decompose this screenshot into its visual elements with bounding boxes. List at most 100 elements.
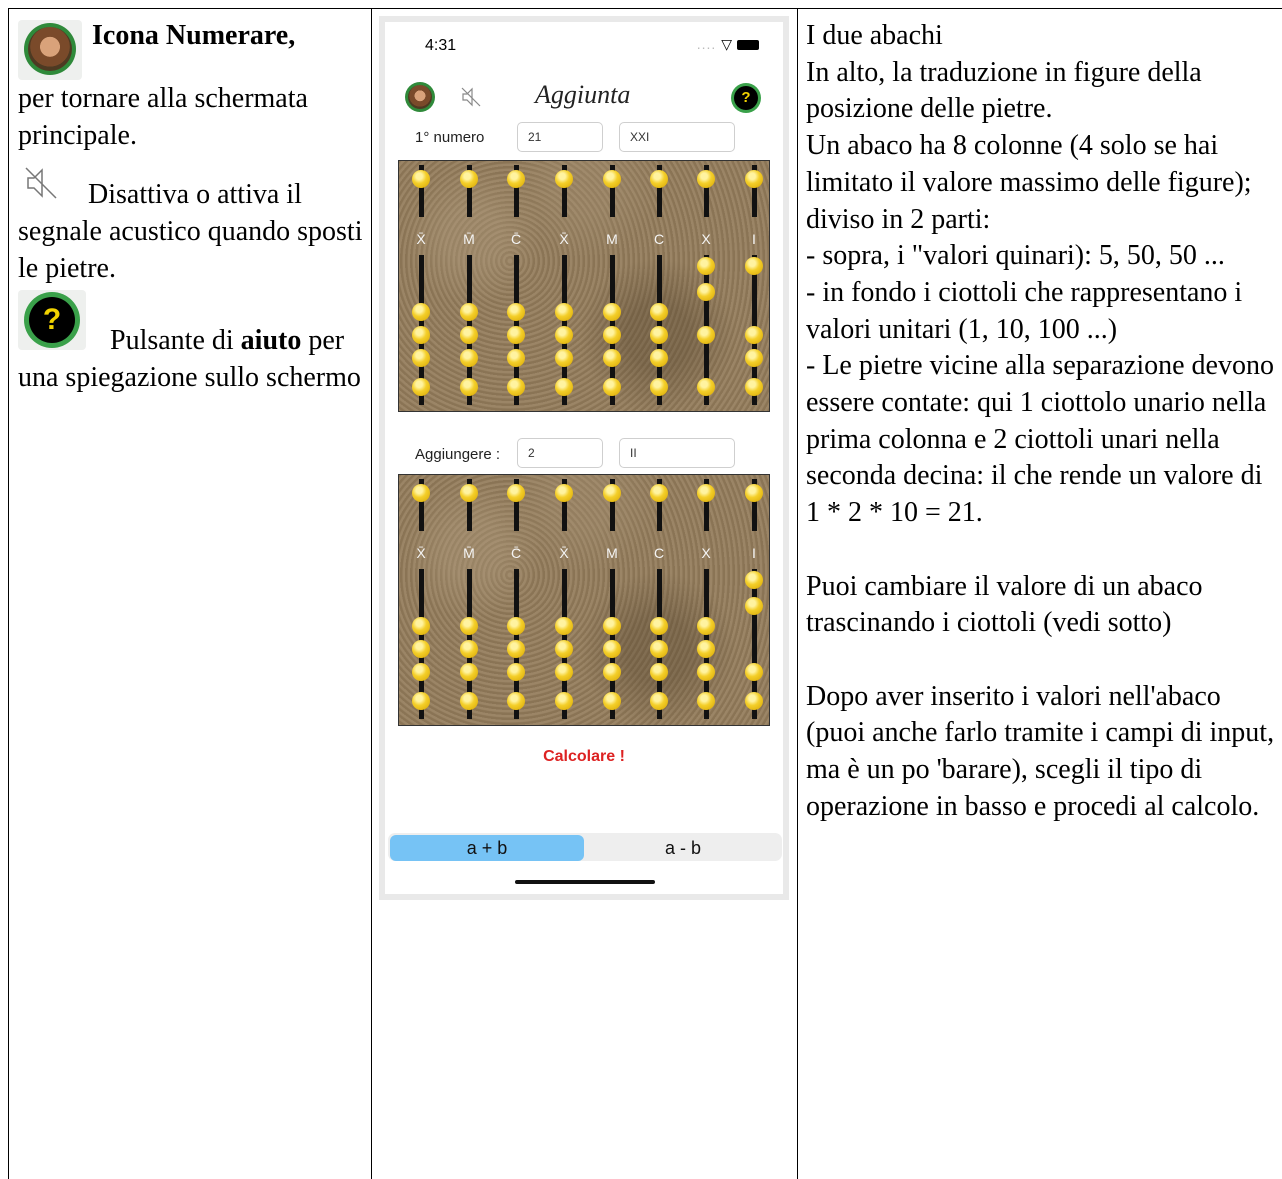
home-portrait-icon[interactable] — [405, 82, 435, 112]
sound-toggle-icon[interactable] — [460, 86, 482, 108]
signal-dots: .... — [696, 36, 717, 52]
abacus-bead — [507, 640, 525, 658]
abacus-column-label: I — [752, 231, 756, 247]
status-bar-icons: .... ▽ — [697, 36, 759, 53]
abacus-bead — [412, 326, 430, 344]
abacus-bead — [745, 597, 763, 615]
numerare-portrait-icon — [18, 20, 82, 80]
abacus-bead — [603, 303, 621, 321]
abacus-bead — [697, 170, 715, 188]
abacus-bead — [460, 640, 478, 658]
abacus-bead — [697, 326, 715, 344]
abacus-bead — [745, 571, 763, 589]
op-sub-segment[interactable]: a - b — [586, 835, 780, 861]
abacus-bead — [460, 349, 478, 367]
abacus-bead — [555, 349, 573, 367]
para-unit: - in fondo i ciottoli che rappresentano … — [806, 276, 1243, 345]
abacus-bead — [603, 349, 621, 367]
abacus-bead — [555, 303, 573, 321]
first-roman-input[interactable]: XXI — [619, 122, 735, 152]
table-border-left — [8, 8, 9, 1179]
abacus-bead — [460, 617, 478, 635]
home-indicator — [515, 880, 655, 884]
abacus-column-label: I — [752, 545, 756, 561]
para-operation: Dopo aver inserito i valori nell'abaco (… — [806, 680, 1275, 822]
phone-screen: 4:31 .... ▽ Aggiunta ? 1° numero 21 XXI … — [385, 22, 783, 894]
add-roman-input[interactable]: II — [619, 438, 735, 468]
abacus-bead — [412, 484, 430, 502]
op-add-segment[interactable]: a + b — [390, 835, 584, 861]
abacus-bead — [603, 170, 621, 188]
operation-selector[interactable]: a + b a - b — [388, 833, 782, 861]
abacus-bead — [650, 640, 668, 658]
abacus-bead — [650, 663, 668, 681]
abacus-bead — [555, 640, 573, 658]
abacus-bead — [650, 170, 668, 188]
icon-title: Icona Numerare, — [92, 20, 296, 51]
para-quinary: - sopra, i "valori quinari): 5, 50, 50 .… — [806, 240, 1225, 272]
abacus-column-label: X̄ — [416, 231, 426, 247]
abacus-bead — [507, 326, 525, 344]
abacus-column-label: X̄ — [559, 545, 569, 561]
abacus-bead — [460, 692, 478, 710]
abacus-bead — [555, 663, 573, 681]
abacus-bead — [507, 692, 525, 710]
abacus-column-label: M — [606, 231, 618, 247]
abacus-bead — [603, 640, 621, 658]
help-description: Pulsante di aiuto per una spiegazione su… — [18, 325, 361, 393]
abacus-bead — [507, 349, 525, 367]
abacus-bead — [412, 349, 430, 367]
abacus-bead — [460, 326, 478, 344]
abacus-bead — [412, 692, 430, 710]
abacus-bead — [412, 663, 430, 681]
abacus-bead — [745, 484, 763, 502]
abacus-column-label: C̄ — [510, 231, 522, 247]
para-drag: Puoi cambiare il valore di un abaco tras… — [806, 570, 1203, 639]
abacus-column-label: C — [653, 231, 665, 247]
para-heading: I due abachi — [806, 20, 943, 51]
abacus-bead — [603, 663, 621, 681]
abacus-bead — [555, 378, 573, 396]
abacus-bead — [460, 378, 478, 396]
para-columns: Un abaco ha 8 colonne (4 solo se hai lim… — [806, 130, 1252, 235]
abacus-bead — [603, 326, 621, 344]
abacus-bead — [697, 692, 715, 710]
battery-icon — [737, 40, 759, 51]
abacus-bead — [650, 692, 668, 710]
calculate-button[interactable]: Calcolare ! — [385, 748, 783, 766]
add-label: Aggiungere : — [415, 446, 501, 463]
table-top-border — [8, 8, 1282, 9]
abacus-bead — [555, 326, 573, 344]
abacus-bead — [460, 484, 478, 502]
status-time: 4:31 — [425, 37, 457, 54]
abacus-column-label: X — [701, 545, 711, 561]
abacus-bead — [650, 303, 668, 321]
abacus-bead — [745, 326, 763, 344]
abacus-bottom[interactable]: X̄ M̄ C̄ X̄ M C X I — [398, 474, 770, 726]
abacus-bead — [507, 170, 525, 188]
wifi-icon: ▽ — [721, 36, 733, 52]
mute-description: Disattiva o attiva il segnale acustico q… — [18, 179, 363, 284]
abacus-bead — [555, 484, 573, 502]
abacus-bead — [603, 378, 621, 396]
abacus-bead — [603, 692, 621, 710]
icon-description: per tornare alla schermata principale. — [18, 83, 308, 151]
abacus-top[interactable]: X̄ M̄ C̄ X̄ M C X I — [398, 160, 770, 412]
abacus-bead — [697, 663, 715, 681]
para-top: In alto, la traduzione in figure della p… — [806, 56, 1202, 125]
abacus-bead — [412, 378, 430, 396]
abacus-column-label: C̄ — [510, 545, 522, 561]
para-count: - Le pietre vicine alla separazione devo… — [806, 350, 1274, 529]
abacus-bead — [697, 617, 715, 635]
explanation-text: I due abachi In alto, la traduzione in f… — [806, 18, 1282, 825]
abacus-bead — [507, 378, 525, 396]
first-number-input[interactable]: 21 — [517, 122, 603, 152]
help-button[interactable]: ? — [731, 83, 761, 113]
add-number-input[interactable]: 2 — [517, 438, 603, 468]
abacus-bead — [507, 303, 525, 321]
abacus-bead — [650, 617, 668, 635]
abacus-bead — [555, 617, 573, 635]
abacus-bead — [507, 617, 525, 635]
abacus-bead — [697, 378, 715, 396]
app-screenshot: 4:31 .... ▽ Aggiunta ? 1° numero 21 XXI … — [379, 16, 789, 900]
